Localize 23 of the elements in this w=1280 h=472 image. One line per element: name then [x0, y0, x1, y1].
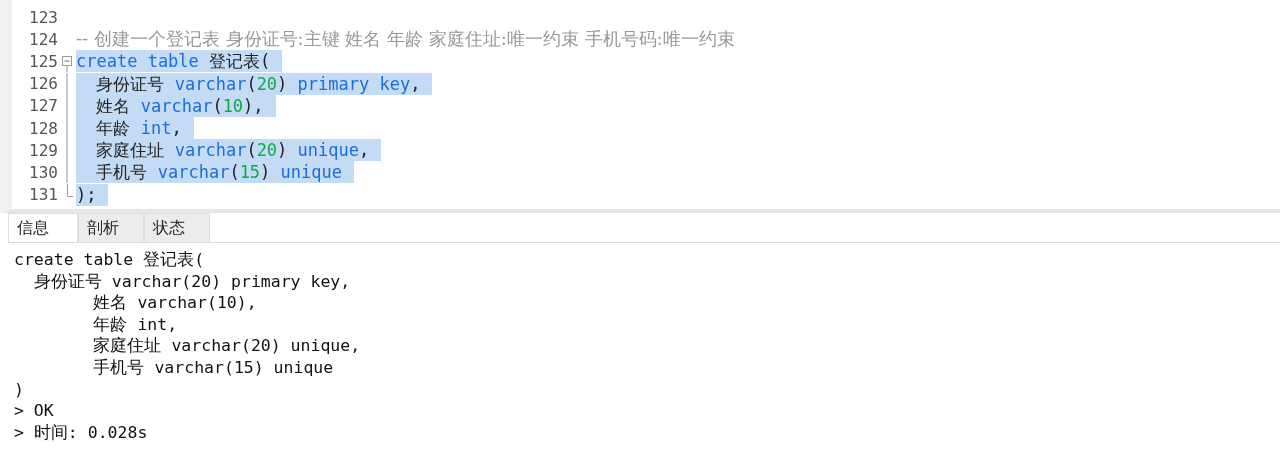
line-number: 125	[28, 51, 58, 71]
output-line: 年龄 int,	[92, 313, 179, 336]
output-line: 手机号 varchar(15) unique	[92, 356, 335, 379]
tab[interactable]: 剖析	[78, 213, 144, 242]
output-line: 家庭住址 varchar(20) unique,	[92, 335, 362, 357]
output-line: 姓名 varchar(10),	[92, 292, 258, 314]
tab[interactable]: 状态	[144, 213, 210, 242]
output-line: > OK	[14, 400, 55, 422]
fold-end-line	[66, 183, 73, 197]
line-number: 129	[28, 140, 58, 160]
output-line: > 时间: 0.028s	[14, 421, 149, 444]
output-line: 身份证号 varchar(20) primary key,	[32, 270, 352, 293]
line-number: 127	[28, 96, 58, 116]
line-number: 130	[28, 162, 58, 182]
line-number: 123	[28, 7, 58, 27]
tab[interactable]: 信息	[8, 213, 78, 242]
output-line: )	[14, 378, 25, 401]
line-number: 131	[28, 185, 58, 205]
line-number: 128	[28, 118, 58, 138]
output-line: create table 登记表(	[14, 249, 206, 271]
line-number: 126	[28, 74, 58, 94]
line-number: 124	[28, 29, 58, 49]
code-comment: -- 创建一个登记表 身份证号:主键 姓名 年龄 家庭住址:唯一约束 手机号码:唯一约束	[76, 28, 736, 51]
